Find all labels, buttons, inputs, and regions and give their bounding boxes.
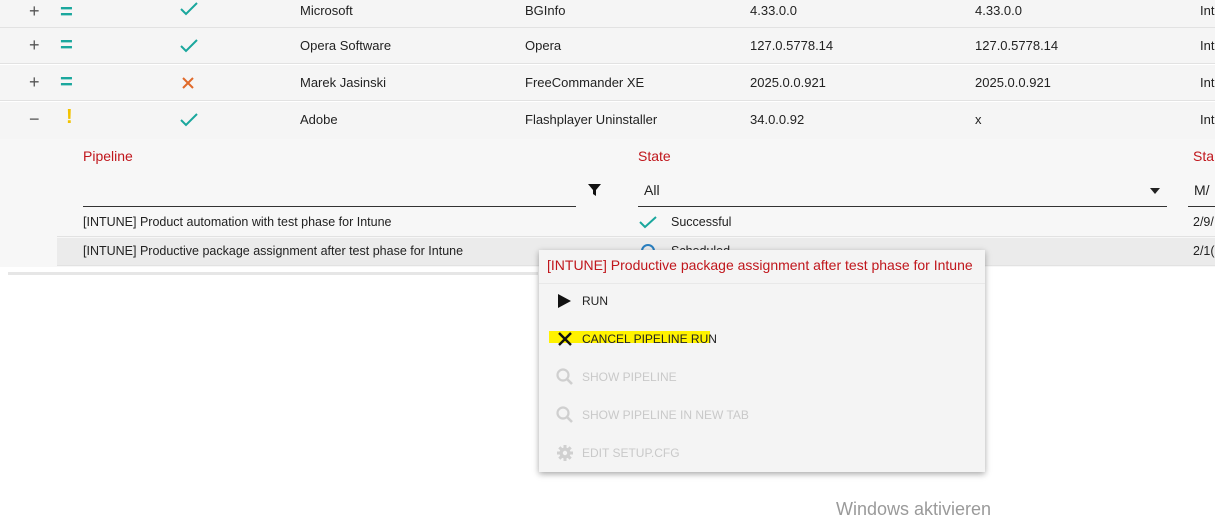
start-filter-underline (1188, 206, 1215, 207)
divider (539, 283, 985, 284)
table-row[interactable]: − ! Adobe Flashplayer Uninstaller 34.0.0… (0, 102, 1215, 140)
type-cell: Int (1200, 112, 1215, 127)
product-cell: FreeCommander XE (525, 75, 645, 90)
filter-icon[interactable] (588, 184, 601, 199)
run-menu-item[interactable]: RUN (539, 285, 985, 315)
pipeline-state: Successful (671, 215, 732, 229)
version-cell: 2025.0.0.921 (975, 75, 1051, 90)
checkmark-icon (180, 39, 198, 56)
cancel-pipeline-run-menu-item[interactable]: CANCEL PIPELINE RUN (539, 323, 985, 353)
version-cell: x (975, 112, 982, 127)
version-cell: 2025.0.0.921 (750, 75, 826, 90)
pipeline-name: [INTUNE] Productive package assignment a… (83, 244, 464, 258)
state-filter-value: All (644, 182, 660, 198)
version-cell: 127.0.5778.14 (750, 38, 834, 53)
close-icon (555, 329, 575, 349)
vendor-cell: Adobe (300, 112, 338, 127)
expand-toggle[interactable]: + (29, 72, 40, 93)
start-filter-input[interactable]: M/ (1188, 175, 1215, 207)
expand-toggle[interactable]: + (29, 1, 40, 22)
play-icon (555, 291, 575, 311)
state-column-header: State (638, 148, 671, 164)
search-icon (555, 405, 575, 425)
equal-icon: = (60, 32, 73, 57)
pipeline-name: [INTUNE] Product automation with test ph… (83, 215, 392, 229)
cancel-pipeline-run-label: CANCEL PIPELINE RUN (582, 332, 717, 346)
start-filter-value: M/ (1194, 182, 1210, 198)
version-cell: 4.33.0.0 (975, 3, 1022, 18)
version-cell: 34.0.0.92 (750, 112, 805, 127)
edit-setup-cfg-label: EDIT SETUP.CFG (582, 446, 680, 460)
divider (8, 272, 538, 275)
vendor-cell: Marek Jasinski (300, 75, 386, 90)
vendor-cell: Microsoft (300, 3, 353, 18)
state-filter-select[interactable]: All (638, 175, 1167, 207)
type-cell: Int (1200, 75, 1215, 90)
show-pipeline-menu-item[interactable]: SHOW PIPELINE (539, 361, 985, 391)
warning-icon: ! (66, 106, 73, 128)
search-icon (555, 367, 575, 387)
product-cell: Opera (525, 38, 562, 53)
equal-icon: = (60, 69, 73, 94)
checkmark-icon (639, 216, 657, 232)
edit-setup-cfg-menu-item[interactable]: EDIT SETUP.CFG (539, 437, 985, 467)
pipeline-date: 2/9/ (1193, 215, 1214, 229)
table-row[interactable]: + = Microsoft BGInfo 4.33.0.0 4.33.0.0 I… (0, 0, 1215, 28)
pipeline-detail-panel: Pipeline State Sta All M/ [INTUNE] Produ… (0, 139, 1215, 267)
table-row[interactable]: + = Opera Software Opera 127.0.5778.14 1… (0, 28, 1215, 64)
type-cell: Int (1200, 38, 1215, 53)
type-cell: Int (1200, 3, 1215, 18)
vendor-cell: Opera Software (300, 38, 392, 53)
state-filter-underline (638, 206, 1167, 207)
pipeline-filter-input[interactable] (83, 175, 576, 207)
collapse-toggle[interactable]: − (29, 109, 40, 130)
expand-toggle[interactable]: + (29, 35, 40, 56)
pipeline-date: 2/1( (1193, 244, 1215, 258)
pipeline-row[interactable]: [INTUNE] Product automation with test ph… (57, 209, 1215, 237)
show-pipeline-label: SHOW PIPELINE (582, 370, 677, 384)
run-label: RUN (582, 294, 608, 308)
equal-icon: = (60, 0, 73, 24)
gear-icon (555, 443, 575, 463)
product-cell: Flashplayer Uninstaller (525, 112, 658, 127)
checkmark-icon (180, 2, 198, 19)
show-pipeline-new-tab-label: SHOW PIPELINE IN NEW TAB (582, 408, 749, 422)
cross-icon (180, 76, 196, 93)
pipeline-filter-underline (83, 206, 576, 207)
version-cell: 4.33.0.0 (750, 3, 797, 18)
pipeline-column-header: Pipeline (83, 148, 133, 164)
windows-activation-watermark: Windows aktivieren (836, 499, 992, 519)
table-row[interactable]: + = Marek Jasinski FreeCommander XE 2025… (0, 65, 1215, 101)
show-pipeline-new-tab-menu-item[interactable]: SHOW PIPELINE IN NEW TAB (539, 399, 985, 429)
version-cell: 127.0.5778.14 (975, 38, 1059, 53)
dropdown-arrow-icon (1150, 183, 1160, 198)
pipeline-context-menu: [INTUNE] Productive package assignment a… (539, 250, 985, 472)
product-cell: BGInfo (525, 3, 566, 18)
start-column-header: Sta (1193, 148, 1215, 164)
context-menu-title: [INTUNE] Productive package assignment a… (547, 257, 973, 273)
checkmark-icon (180, 113, 198, 130)
